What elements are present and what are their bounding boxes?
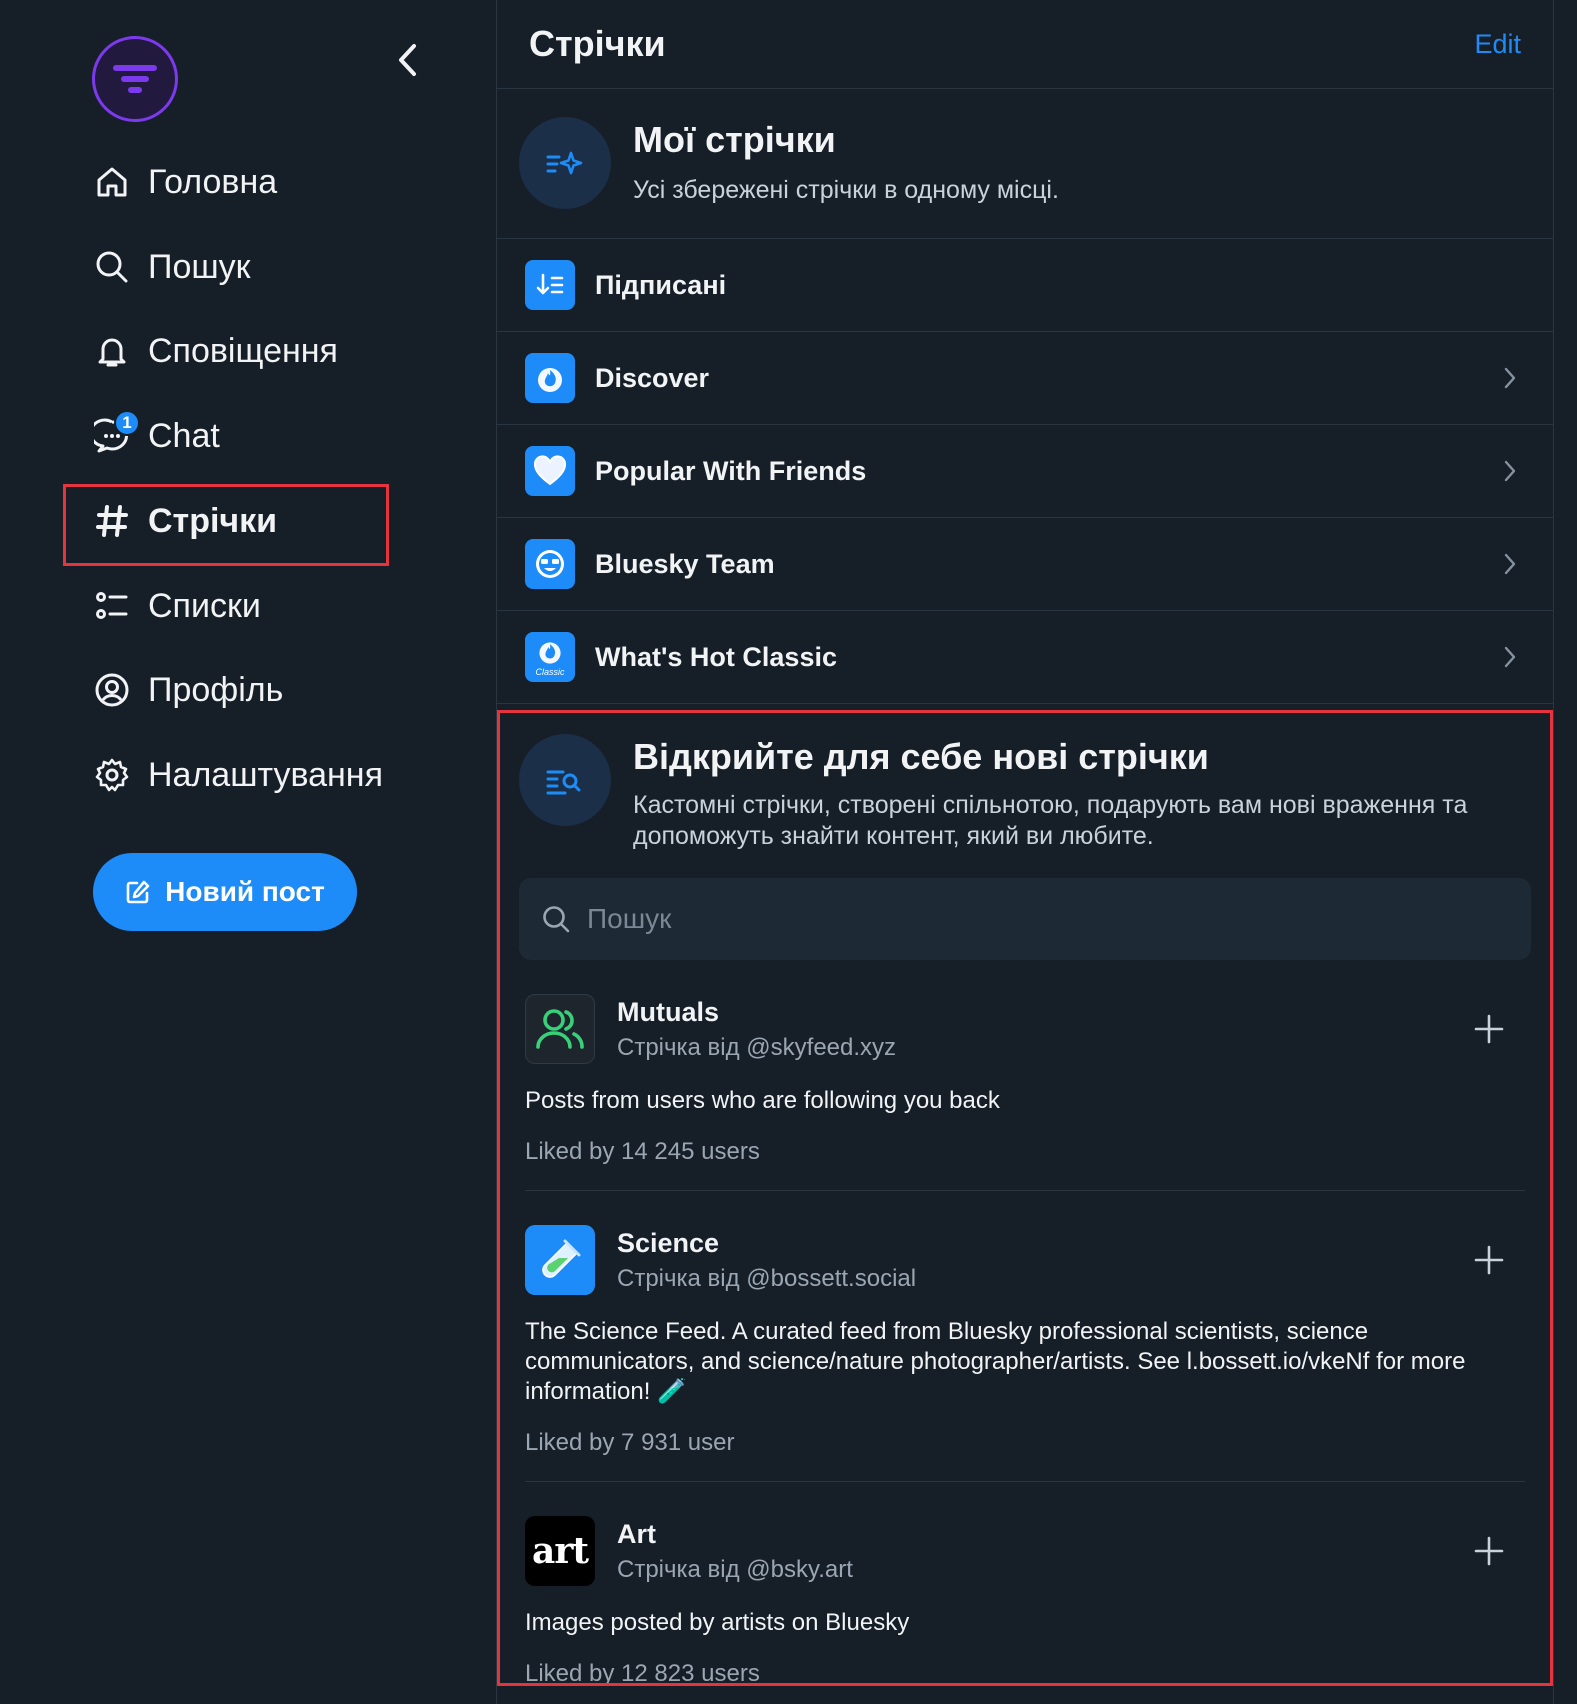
feed-card-likes: Liked by 7 931 user (525, 1429, 735, 1456)
nav-label-search: Пошук (148, 247, 251, 286)
search-icon (92, 247, 132, 287)
nav-item-notifications[interactable]: Сповіщення (92, 321, 412, 381)
nav-label-lists: Списки (148, 586, 261, 625)
bell-icon (92, 331, 132, 371)
search-icon (543, 906, 570, 933)
feed-row-popular-with-friends[interactable]: Popular With Friends (497, 425, 1553, 518)
feed-name: Bluesky Team (595, 548, 775, 579)
feed-row-bluesky-team[interactable]: Bluesky Team (497, 518, 1553, 611)
chevron-right-icon (1495, 642, 1525, 672)
feed-card-description: The Science Feed. A curated feed from Bl… (525, 1318, 1466, 1405)
bluesky-team-icon (525, 539, 575, 589)
collapse-sidebar-button[interactable] (388, 40, 428, 80)
feed-card-author: Стрічка від @bsky.art (617, 1555, 853, 1583)
my-feeds-subtitle: Усі збережені стрічки в одному місці. (633, 176, 1059, 204)
feed-row-following[interactable]: Підписані (497, 239, 1553, 332)
compose-icon (126, 880, 150, 904)
nav-label-profile: Профіль (148, 670, 284, 709)
nav-item-home[interactable]: Головна (92, 152, 412, 212)
feed-name: What's Hot Classic (595, 641, 837, 672)
home-icon (92, 162, 132, 202)
feed-card-author: Стрічка від @skyfeed.xyz (617, 1033, 897, 1061)
feed-card-mutuals[interactable]: Mutuals Стрічка від @skyfeed.xyz Posts f… (525, 960, 1525, 1191)
discover-feeds-section: Відкрийте для себе нові стрічки Кастомні… (497, 704, 1553, 1704)
add-feed-button[interactable] (1467, 1007, 1511, 1051)
feeds-page: Стрічки Edit Мої стрічки Усі збережені с… (496, 0, 1554, 1704)
feed-card-likes: Liked by 14 245 users (525, 1138, 760, 1165)
discover-subtitle: Кастомні стрічки, створені спільнотою, п… (633, 791, 1468, 850)
feed-card-art[interactable]: art Art Стрічка від @bsky.art Images pos… (525, 1482, 1525, 1704)
discover-flame-icon (525, 353, 575, 403)
new-post-label: Новий пост (165, 876, 325, 907)
nav-item-profile[interactable]: Профіль (92, 660, 412, 720)
following-icon (525, 260, 575, 310)
feed-card-description: Images posted by artists on Bluesky (525, 1609, 910, 1636)
art-logo-avatar: art (525, 1516, 595, 1586)
chat-unread-badge: 1 (114, 410, 140, 436)
feed-card-science[interactable]: Science Стрічка від @bossett.social The … (525, 1191, 1525, 1482)
nav-item-lists[interactable]: Списки (92, 576, 412, 636)
feed-card-description: Posts from users who are following you b… (525, 1087, 1000, 1114)
filter-logo-icon (113, 65, 157, 93)
feed-card-name: Art (617, 1518, 656, 1549)
feeds-nav-highlight (63, 484, 389, 566)
feed-card-likes: Liked by 12 823 users (525, 1660, 760, 1687)
profile-icon (92, 670, 132, 710)
my-feeds-icon (519, 117, 611, 209)
app: Головна Пошук Сповіщення 1 Chat Стрічки … (0, 0, 1577, 1704)
whats-hot-classic-icon: Classic (525, 632, 575, 682)
chevron-right-icon (1495, 549, 1525, 579)
page-header: Стрічки Edit (497, 0, 1553, 89)
nav-label-chat: Chat (148, 416, 220, 455)
feed-name: Підписані (595, 269, 727, 300)
feed-card-name: Science (617, 1227, 720, 1258)
classic-icon-caption: Classic (535, 666, 565, 677)
add-feed-button[interactable] (1467, 1238, 1511, 1282)
nav-label-settings: Налаштування (148, 755, 383, 794)
mutuals-avatar-icon (525, 994, 595, 1064)
plus-icon (1474, 1245, 1504, 1275)
feed-row-discover[interactable]: Discover (497, 332, 1553, 425)
art-logo-text: art (532, 1530, 589, 1572)
my-feeds-header: Мої стрічки Усі збережені стрічки в одно… (497, 89, 1553, 239)
nav-item-settings[interactable]: Налаштування (92, 745, 412, 805)
chevron-left-icon (399, 44, 416, 76)
chevron-right-icon (1495, 456, 1525, 486)
new-post-button[interactable]: Новий пост (93, 853, 357, 931)
feed-row-whats-hot-classic[interactable]: Classic What's Hot Classic (497, 611, 1553, 704)
discover-search-icon (519, 734, 611, 826)
sidebar: Головна Пошук Сповіщення 1 Chat Стрічки … (0, 0, 496, 1704)
lists-icon (92, 586, 132, 626)
gear-icon (92, 755, 132, 795)
page-title: Стрічки (529, 23, 666, 64)
nav-label-notifications: Сповіщення (148, 331, 338, 370)
feed-card-name: Mutuals (617, 996, 720, 1027)
feed-search-input[interactable] (587, 903, 1509, 935)
nav-item-search[interactable]: Пошук (92, 237, 412, 297)
chevron-right-icon (1495, 363, 1525, 393)
edit-feeds-button[interactable]: Edit (1474, 29, 1521, 60)
feed-card-author: Стрічка від @bossett.social (617, 1264, 917, 1292)
nav-label-home: Головна (148, 162, 278, 201)
feed-search-bar[interactable] (519, 878, 1531, 960)
discover-title: Відкрийте для себе нові стрічки (633, 736, 1209, 777)
add-feed-button[interactable] (1467, 1529, 1511, 1573)
my-feeds-title: Мої стрічки (633, 119, 836, 160)
plus-icon (1474, 1014, 1504, 1044)
plus-icon (1474, 1536, 1504, 1566)
feed-name: Discover (595, 362, 710, 393)
app-logo[interactable] (92, 36, 178, 122)
discover-header: Відкрийте для себе нові стрічки Кастомні… (497, 704, 1553, 878)
chat-bubble-icon: 1 (92, 410, 140, 456)
feed-name: Popular With Friends (595, 455, 867, 486)
nav-item-chat[interactable]: 1 Chat (92, 406, 412, 466)
science-test-tube-icon (525, 1225, 595, 1295)
heart-icon (525, 446, 575, 496)
